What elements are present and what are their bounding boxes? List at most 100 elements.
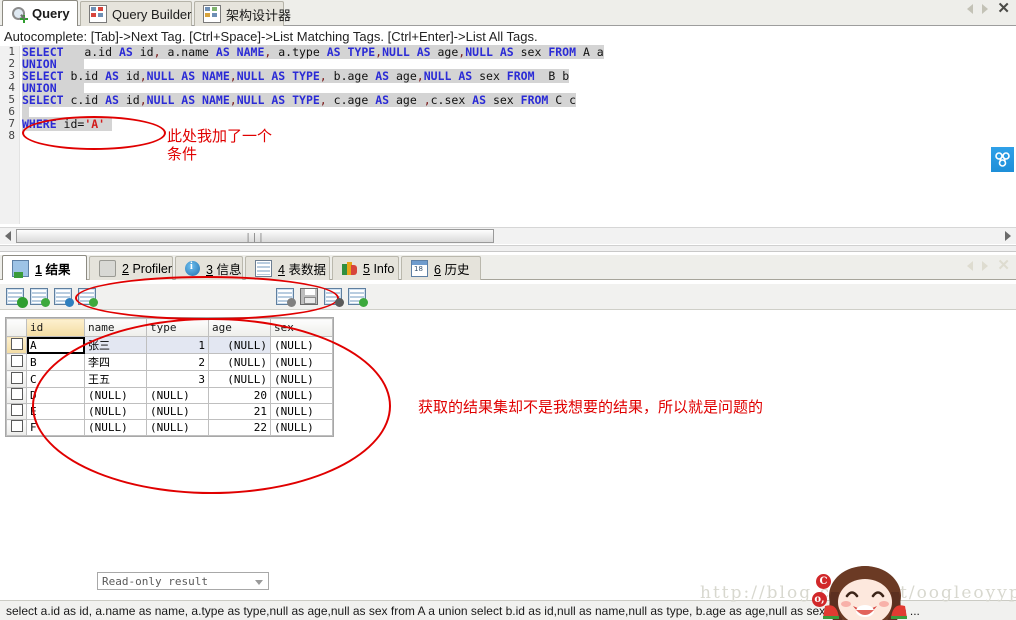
editor-hscrollbar[interactable]: ||| [0,227,1016,244]
grid-add-icon[interactable] [6,288,28,308]
row-checkbox[interactable] [10,354,23,367]
line-number-gutter: 1 2 3 4 5 6 7 8 [0,46,20,224]
cell-id[interactable]: B [26,353,85,371]
chevron-down-icon[interactable] [255,580,263,585]
cell-sex[interactable]: (NULL) [270,370,333,388]
grid-export-icon[interactable] [54,288,74,307]
cell-age[interactable]: (NULL) [208,336,271,354]
tab-query[interactable]: Query [2,0,78,26]
cell-sex[interactable]: (NULL) [270,336,333,354]
cell-type[interactable]: 2 [146,353,209,371]
row-checkbox[interactable] [10,337,23,350]
column-header-type[interactable]: type [146,318,209,337]
table-row[interactable]: E (NULL) (NULL) 21 (NULL) [6,403,333,420]
cell-type[interactable]: (NULL) [146,403,209,420]
cell-name[interactable]: (NULL) [84,419,147,436]
cell-type[interactable]: 1 [146,336,209,354]
row-checkbox[interactable] [10,404,23,416]
column-header-age[interactable]: age [208,318,271,337]
cell-name[interactable]: 王五 [84,370,147,388]
cell-name[interactable]: 张三 [84,336,147,354]
cell-type[interactable]: (NULL) [146,387,209,404]
row-selector[interactable] [6,419,27,436]
result-prev-arrow-icon[interactable] [967,261,974,271]
result-tab-results[interactable]: 1 结果 [2,255,87,280]
result-tab-info[interactable]: 5 Info [332,256,399,280]
table-row[interactable]: A 张三 1 (NULL) (NULL) [6,336,333,354]
row-selector[interactable] [6,353,27,371]
column-header-name[interactable]: name [84,318,147,337]
save-icon[interactable] [300,288,318,305]
cell-sex[interactable]: (NULL) [270,419,333,436]
result-tab-profiler-label: Profiler [132,261,173,276]
result-mode-select[interactable]: Read-only result [97,572,269,590]
cell-id[interactable]: A [26,336,85,354]
result-tab-info-label: Info [373,261,395,276]
autocomplete-hint: Autocomplete: [Tab]->Next Tag. [Ctrl+Spa… [0,27,1016,46]
cell-sex[interactable]: (NULL) [270,403,333,420]
mascot-image [815,556,915,620]
row-selector[interactable] [6,370,27,388]
grid-down-icon[interactable] [324,288,344,307]
tab-query-builder[interactable]: Query Builder [80,1,192,26]
result-tab-history[interactable]: 6 历史 [401,256,481,280]
cell-id[interactable]: F [26,419,85,436]
cell-age[interactable]: (NULL) [208,370,271,388]
cell-id[interactable]: D [26,387,85,404]
grid-commit-icon[interactable] [276,288,296,307]
hscroll-thumb[interactable]: ||| [16,229,494,243]
table-row[interactable]: C 王五 3 (NULL) (NULL) [6,370,333,388]
cell-id[interactable]: C [26,370,85,388]
cell-name[interactable]: (NULL) [84,387,147,404]
scroll-right-arrow-icon[interactable] [1005,231,1011,241]
result-grid-icon [12,259,29,278]
row-selector[interactable] [6,403,27,420]
result-tab-messages[interactable]: 3 信息 [175,256,243,280]
cell-sex[interactable]: (NULL) [270,387,333,404]
result-next-arrow-icon[interactable] [982,261,989,271]
result-data-grid[interactable]: id name type age sex A 张三 1 (NULL) (NULL… [5,317,334,437]
next-arrow-icon[interactable] [982,4,989,14]
grid-refresh-icon[interactable] [30,288,50,307]
sql-editor[interactable]: 1 2 3 4 5 6 7 8 SELECT a.id AS id, a.nam… [0,45,1016,224]
table-header-row: id name type age sex [6,318,333,337]
table-row[interactable]: B 李四 2 (NULL) (NULL) [6,353,333,371]
splitter[interactable] [0,245,1016,252]
cell-id[interactable]: E [26,403,85,420]
column-header-id[interactable]: id [26,318,85,337]
cell-age[interactable]: (NULL) [208,353,271,371]
row-checkbox[interactable] [10,388,23,400]
tabstrip-nav: ✕ [967,1,1010,16]
result-tab-results-num: 1 [35,262,42,277]
result-tab-profiler[interactable]: 2 Profiler [89,256,173,280]
result-close-icon[interactable]: ✕ [997,258,1010,273]
link-nodes-icon[interactable] [990,146,1015,173]
close-icon[interactable]: ✕ [997,1,1010,16]
table-row[interactable]: F (NULL) (NULL) 22 (NULL) [6,419,333,436]
row-checkbox[interactable] [10,420,23,432]
row-selector[interactable] [6,387,27,404]
cell-name[interactable]: (NULL) [84,403,147,420]
cell-age[interactable]: 22 [208,419,271,436]
profiler-icon [99,260,116,277]
result-tab-messages-label: 信息 [216,263,242,277]
cell-age[interactable]: 20 [208,387,271,404]
row-checkbox[interactable] [10,371,23,384]
grid-apply-icon[interactable] [78,288,98,307]
cell-age[interactable]: 21 [208,403,271,420]
scroll-left-arrow-icon[interactable] [5,231,11,241]
table-row[interactable]: D (NULL) (NULL) 20 (NULL) [6,387,333,404]
row-selector[interactable] [6,336,27,354]
result-mode-value: Read-only result [102,574,208,588]
grid-sync-icon[interactable] [348,288,368,307]
cell-type[interactable]: 3 [146,370,209,388]
tab-query-label: Query [32,6,70,21]
select-all-header[interactable] [6,318,27,337]
result-tab-table-data[interactable]: 4 表数据 [245,256,330,280]
cell-type[interactable]: (NULL) [146,419,209,436]
column-header-sex[interactable]: sex [270,318,333,337]
cell-name[interactable]: 李四 [84,353,147,371]
tab-schema-designer[interactable]: 架构设计器 [194,1,291,26]
cell-sex[interactable]: (NULL) [270,353,333,371]
prev-arrow-icon[interactable] [967,4,974,14]
